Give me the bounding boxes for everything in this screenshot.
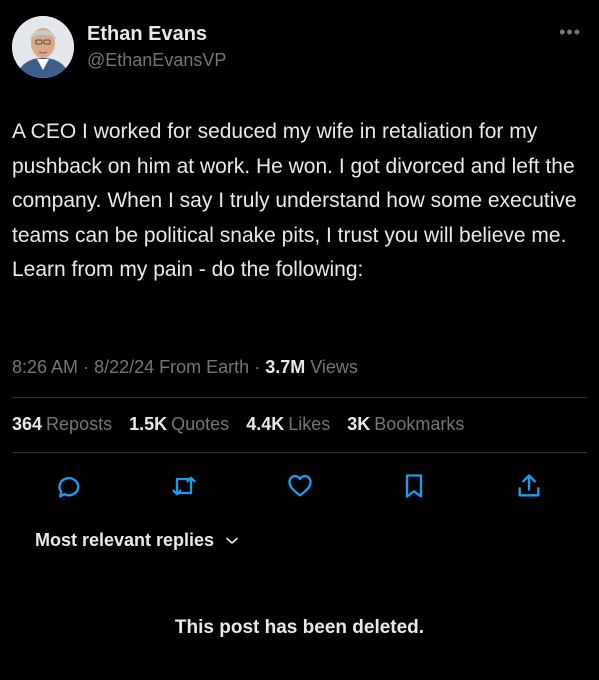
avatar[interactable]	[12, 16, 74, 78]
like-icon[interactable]	[284, 470, 316, 502]
avatar-image	[12, 16, 74, 78]
replies-sort-label: Most relevant replies	[35, 530, 215, 550]
chevron-down-icon	[226, 537, 238, 544]
tweet-meta: 8:26 AM · 8/22/24 From Earth · 3.7M View…	[12, 357, 358, 378]
engagement-stats: 364 Reposts 1.5K Quotes 4.4K Likes 3K Bookma…	[12, 414, 476, 435]
tweet-time[interactable]: 8:26 AM	[12, 357, 78, 377]
tweet-date[interactable]: 8/22/24	[94, 357, 154, 377]
meta-separator: ·	[83, 357, 95, 377]
meta-separator: ·	[254, 357, 266, 377]
divider	[12, 452, 587, 453]
tweet-text: A CEO I worked for seduced my wife in re…	[12, 120, 577, 282]
reply-icon[interactable]	[53, 470, 85, 502]
reposts-stat[interactable]: 364 Reposts	[12, 414, 112, 434]
tweet-source: From Earth	[159, 357, 250, 377]
likes-stat[interactable]: 4.4K Likes	[246, 414, 330, 434]
replies-sort-dropdown[interactable]: Most relevant replies	[35, 530, 238, 551]
divider	[12, 397, 587, 398]
repost-icon[interactable]	[168, 470, 200, 502]
action-bar	[0, 470, 599, 504]
author-handle[interactable]: @EthanEvansVP	[87, 50, 226, 71]
quotes-stat[interactable]: 1.5K Quotes	[129, 414, 229, 434]
deleted-post-notice: This post has been deleted.	[174, 617, 425, 638]
author-name[interactable]: Ethan Evans	[87, 23, 207, 46]
views-count: 3.7M	[265, 357, 306, 377]
views-label: Views	[310, 357, 358, 377]
more-options-icon[interactable]: •••	[559, 22, 581, 43]
bookmark-icon[interactable]	[398, 470, 430, 502]
share-icon[interactable]	[513, 470, 545, 502]
bookmarks-stat[interactable]: 3K Bookmarks	[347, 414, 464, 434]
